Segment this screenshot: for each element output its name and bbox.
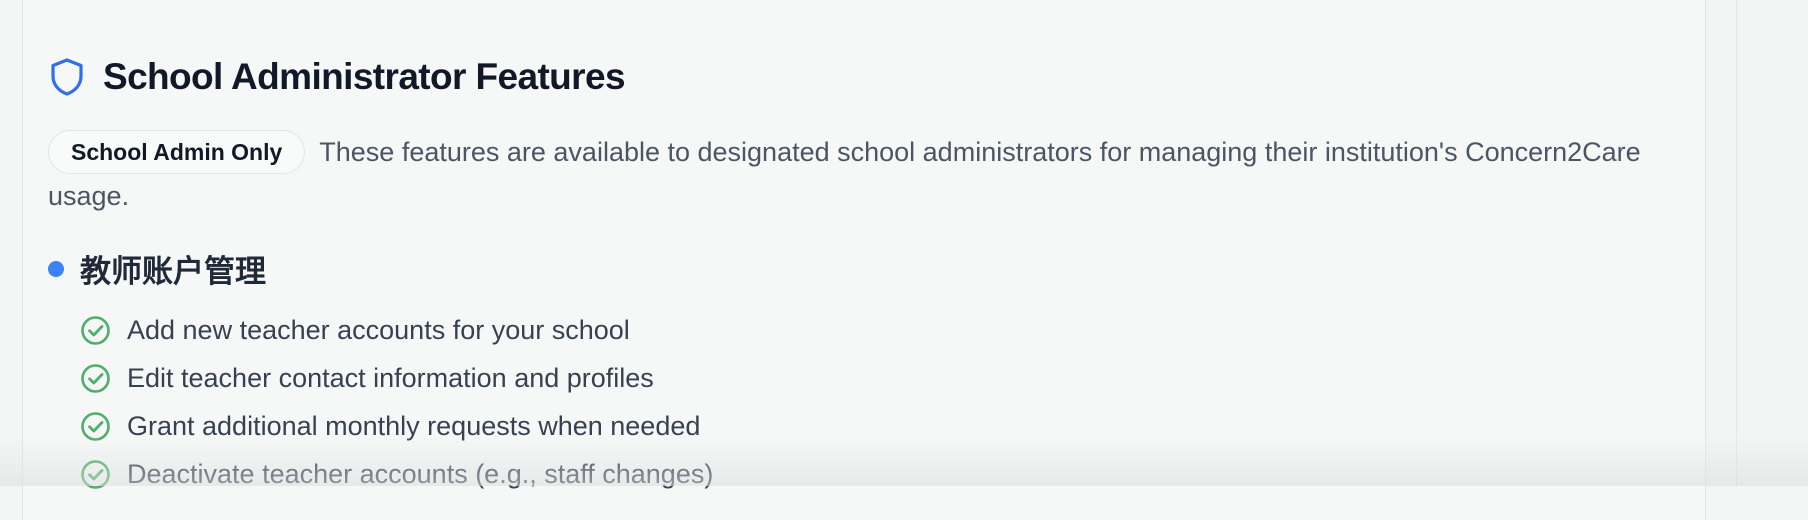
divider	[1736, 0, 1737, 486]
list-item: Edit teacher contact information and pro…	[80, 354, 713, 402]
subsection-title: 教师账户管理	[80, 254, 266, 290]
feature-text: Deactivate teacher accounts (e.g., staff…	[127, 458, 714, 489]
feature-text: Grant additional monthly requests when n…	[127, 410, 701, 441]
list-item: Grant additional monthly requests when n…	[80, 402, 713, 450]
subsection-header: 教师账户管理	[48, 246, 266, 291]
check-circle-icon	[80, 315, 111, 346]
list-item: Add new teacher accounts for your school	[80, 306, 713, 354]
intro-paragraph: School Admin Only These features are avai…	[48, 130, 1648, 218]
feature-text: Edit teacher contact information and pro…	[127, 362, 654, 393]
check-circle-icon	[80, 411, 111, 442]
admin-only-badge: School Admin Only	[48, 130, 306, 174]
check-circle-icon	[80, 459, 111, 490]
feature-text: Add new teacher accounts for your school	[127, 314, 630, 345]
dot-icon	[48, 260, 64, 277]
list-item: Deactivate teacher accounts (e.g., staff…	[80, 450, 713, 498]
shield-icon	[49, 57, 85, 97]
card-header: School Administrator Features	[49, 56, 626, 98]
right-panel-edge	[1706, 0, 1808, 486]
section-title: School Administrator Features	[103, 56, 626, 97]
feature-list: Add new teacher accounts for your school…	[80, 306, 713, 498]
check-circle-icon	[80, 363, 111, 394]
